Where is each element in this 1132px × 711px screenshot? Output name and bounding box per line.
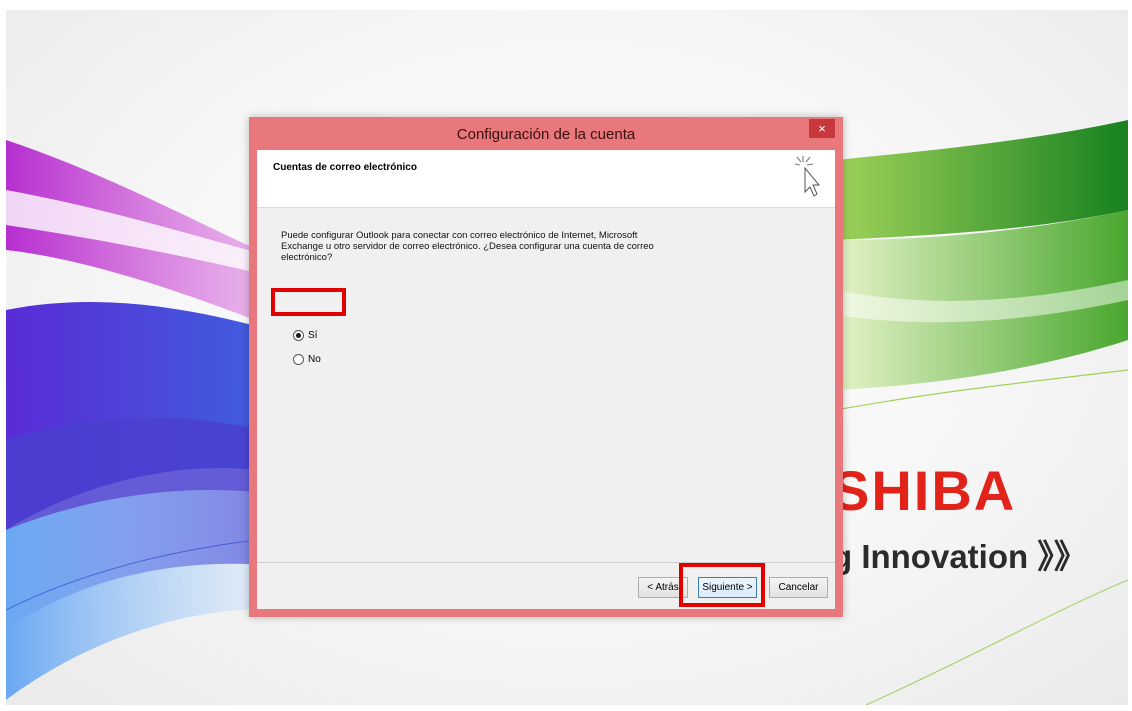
- close-button[interactable]: ×: [809, 119, 835, 138]
- wizard-header: Cuentas de correo electrónico: [257, 150, 835, 208]
- brand-tagline: g Innovation 》》: [832, 538, 1087, 575]
- radio-no-label: No: [308, 353, 321, 365]
- radio-no-indicator[interactable]: [293, 353, 304, 365]
- dialog-client-area: Cuentas de correo electrónico Puede conf…: [257, 150, 835, 609]
- account-setup-dialog: Configuración de la cuenta × Cuentas de …: [249, 117, 843, 617]
- radio-yes-indicator[interactable]: [293, 329, 304, 341]
- dialog-title: Configuración de la cuenta: [456, 126, 636, 143]
- radio-option-yes[interactable]: Sí: [293, 328, 317, 342]
- radio-option-no[interactable]: No: [293, 352, 321, 366]
- back-button[interactable]: < Atrás: [638, 577, 688, 598]
- description-text: Puede configurar Outlook para conectar c…: [281, 230, 654, 263]
- wizard-cursor-icon: [794, 156, 821, 197]
- next-button[interactable]: Siguiente >: [698, 577, 757, 598]
- header-title: Cuentas de correo electrónico: [273, 162, 417, 173]
- radio-yes-label: Sí: [308, 329, 318, 341]
- footer-separator: [257, 562, 835, 563]
- brand-logo-text: SHIBA: [832, 459, 1017, 522]
- title-bar[interactable]: Configuración de la cuenta ×: [249, 117, 843, 150]
- cancel-button[interactable]: Cancelar: [769, 577, 828, 598]
